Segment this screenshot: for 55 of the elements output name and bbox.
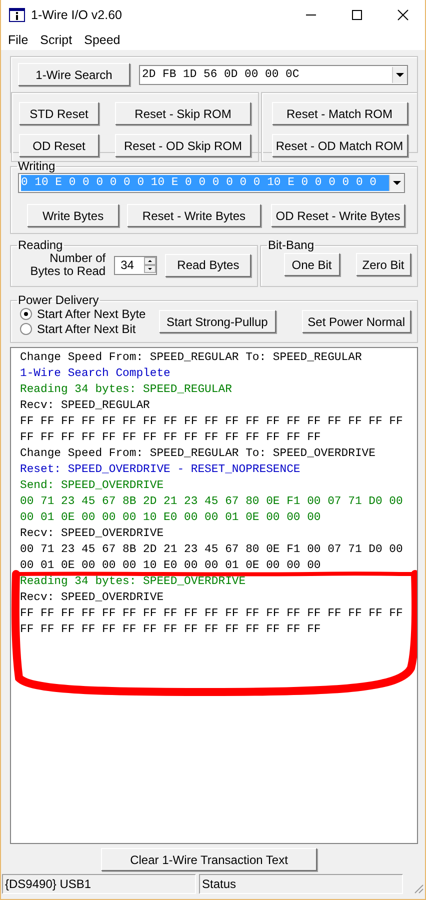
menu-item[interactable]: File [8,33,28,47]
radio-option[interactable]: Start After Next Byte [20,307,157,321]
clear-button[interactable]: Clear 1-Wire Transaction Text [101,848,317,871]
log-line: 00 71 23 45 67 8B 2D 21 23 45 67 80 0E F1 00 07 71 D0 00 [19,543,403,558]
resize-grip-icon[interactable] [412,882,424,894]
group-label: Writing [17,159,56,173]
maximize-icon[interactable] [351,9,363,21]
log-line: 00 01 0E 00 00 00 10 E0 00 00 01 0E 00 00 00 [19,511,321,526]
reset-button[interactable]: OD Reset [19,134,99,157]
log-line: Reading 34 bytes: SPEED_REGULAR [19,382,232,398]
group-label: Power Delivery [17,293,100,307]
log-line: FF FF FF FF FF FF FF FF FF FF FF FF FF FF FF [19,431,321,446]
read-bytes-button[interactable]: Read Bytes [165,254,251,276]
menu-item[interactable]: Script [40,33,72,47]
app-icon [9,8,25,22]
status-panel: {DS9490} USB1 [2,874,196,894]
write-button[interactable]: Reset - Write Bytes [127,204,261,227]
bit-button[interactable]: One Bit [284,253,340,276]
rom-dropdown[interactable]: 2D FB 1D 56 0D 00 00 0C [139,64,408,84]
dropdown-arrow-icon [396,72,404,76]
log-line: Reading 34 bytes: SPEED_OVERDRIVE [19,574,246,590]
write-button[interactable]: OD Reset - Write Bytes [271,204,405,227]
close-icon[interactable] [397,9,409,21]
log-line: 00 71 23 45 67 8B 2D 21 23 45 67 80 0E F1 00 07 71 D0 00 [19,495,403,510]
log-line: FF FF FF FF FF FF FF FF FF FF FF FF FF FF FF [19,623,321,638]
spin-arrows-icon[interactable] [144,257,156,273]
reset-button[interactable]: Reset - OD Skip ROM [115,134,251,157]
group-label: Bit-Bang [267,238,316,252]
power-button[interactable]: Set Power Normal [302,310,411,333]
log-line: 00 01 0E 00 00 00 10 E0 00 00 01 0E 00 00 00 [19,559,321,574]
reset-button[interactable]: Reset - OD Match ROM [272,134,408,157]
log-line: Recv: SPEED_OVERDRIVE [19,591,164,606]
log-line: Recv: SPEED_OVERDRIVE [19,527,164,542]
log-line: Change Speed From: SPEED_REGULAR To: SPEED_OVERDRIVE [19,446,376,462]
log-line: Reset: SPEED_OVERDRIVE - RESET_NOPRESENCE [19,463,300,478]
group-label: Reading [17,238,64,252]
bit-button[interactable]: Zero Bit [356,253,411,276]
log-line: 1-Wire Search Complete [19,366,170,382]
log-line: FF FF FF FF FF FF FF FF FF FF FF FF FF FF FF FF FF FF FF [19,607,403,622]
log-line: Recv: SPEED_REGULAR [19,399,150,414]
log-line: FF FF FF FF FF FF FF FF FF FF FF FF FF FF FF FF FF FF FF [19,415,403,430]
reset-button[interactable]: STD Reset [19,102,99,125]
log-line: Send: SPEED_OVERDRIVE [19,478,164,494]
reset-button[interactable]: Reset - Match ROM [272,102,408,125]
reset-button[interactable]: Reset - Skip ROM [115,102,251,125]
search-button[interactable]: 1-Wire Search [18,63,130,86]
power-button[interactable]: Start Strong-Pullup [158,310,276,333]
status-panel: Status [199,874,403,894]
write-button[interactable]: Write Bytes [27,204,119,227]
menu-item[interactable]: Speed [84,33,120,47]
window-title: 1-Wire I/O v2.60 [31,8,122,22]
byte-count-spinner[interactable]: 34 [114,256,158,274]
field-label: Number of Bytes to Read [30,252,106,278]
log-line: Change Speed From: SPEED_REGULAR To: SPEED_REGULAR [19,350,362,366]
radio-option[interactable]: Start After Next Bit [20,322,157,336]
